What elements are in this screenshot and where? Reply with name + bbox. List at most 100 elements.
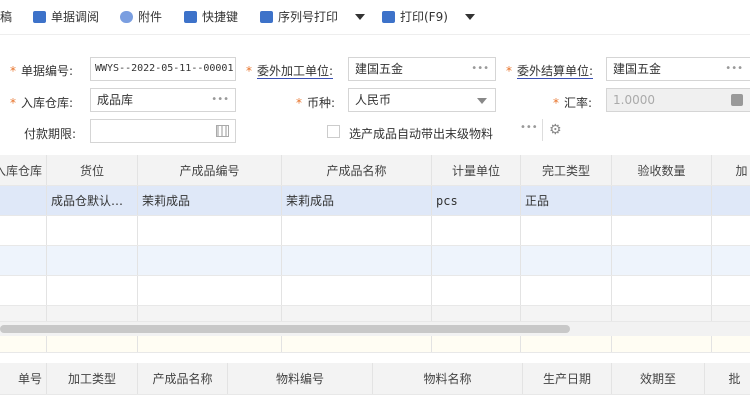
warehouse-input[interactable]: 成品库 ••• — [90, 88, 236, 112]
table-cell — [0, 186, 47, 215]
table-cell — [47, 246, 138, 275]
table-cell — [521, 276, 612, 305]
printer-icon — [382, 10, 395, 23]
table-cell — [138, 336, 282, 352]
column-header[interactable]: 产成品编号 — [138, 155, 282, 185]
table-row[interactable]: 成品仓默认… 茉莉成品 茉莉成品 pcs 正品 — [0, 186, 750, 216]
toolbar-serial-print-button[interactable]: 序列号打印 — [260, 8, 366, 25]
table-row[interactable] — [0, 246, 750, 276]
table-cell — [432, 216, 521, 245]
payment-date-input[interactable] — [90, 119, 236, 143]
chevron-down-icon[interactable] — [355, 13, 366, 20]
column-header[interactable]: 加 — [712, 155, 750, 185]
table-cell — [0, 246, 47, 275]
column-header[interactable]: 单号 — [0, 363, 47, 394]
table-cell — [612, 306, 712, 321]
table-cell: 成品仓默认… — [47, 186, 138, 215]
total-row[interactable] — [0, 336, 750, 353]
table-cell — [0, 276, 47, 305]
table-cell: 茉莉成品 — [138, 186, 282, 215]
toolbar-draft-button[interactable]: 稿 — [0, 8, 12, 25]
settlement-input[interactable]: 建国五金 ••• — [606, 57, 750, 81]
table-cell — [138, 216, 282, 245]
auto-material-label: 选产成品自动带出末级物料 — [349, 127, 494, 141]
table-cell — [521, 336, 612, 352]
divider — [0, 34, 750, 35]
column-header[interactable]: 完工类型 — [521, 155, 612, 185]
doc-no-input[interactable]: WWYS--2022-05-11--00001 — [90, 57, 236, 81]
column-header[interactable]: 产成品名称 — [138, 363, 228, 394]
table-cell — [712, 216, 750, 245]
table-cell — [712, 186, 750, 215]
column-header[interactable]: 批 — [705, 363, 750, 394]
chevron-down-icon[interactable] — [477, 98, 487, 104]
toolbar-attachment-button[interactable]: 附件 — [120, 8, 162, 25]
toolbar-document-lookup-button[interactable]: 单据调阅 — [33, 8, 99, 25]
more-icon[interactable]: ••• — [211, 89, 229, 111]
toolbar-print-button[interactable]: 打印(F9) — [382, 8, 475, 25]
table-cell: 茉莉成品 — [282, 186, 432, 215]
column-header[interactable]: 效期至 — [612, 363, 705, 394]
auto-material-checkbox[interactable] — [327, 125, 340, 138]
scrollbar-thumb[interactable] — [0, 325, 570, 333]
table-cell — [612, 336, 712, 352]
keyboard-icon — [184, 10, 197, 23]
doc-no-label: * 单据编号: — [10, 64, 74, 78]
label: 单据调阅 — [51, 10, 100, 24]
warehouse-label: * 入库仓库: — [10, 96, 74, 110]
more-icon[interactable]: ••• — [471, 58, 489, 80]
table-cell — [138, 246, 282, 275]
table-cell — [47, 336, 138, 352]
table-cell — [612, 276, 712, 305]
column-header[interactable]: 入库仓库 — [0, 155, 47, 185]
table-cell — [521, 246, 612, 275]
table-row[interactable] — [0, 276, 750, 306]
table-cell — [282, 336, 432, 352]
divider — [542, 119, 543, 141]
column-header[interactable]: 物料编号 — [228, 363, 373, 394]
column-header[interactable]: 加工类型 — [47, 363, 138, 394]
table-cell — [612, 186, 712, 215]
table-cell — [0, 336, 47, 352]
table-row[interactable] — [0, 216, 750, 246]
rate-label: * 汇率: — [553, 96, 593, 110]
more-icon[interactable]: ••• — [520, 122, 538, 133]
currency-select[interactable]: 人民币 — [348, 88, 496, 112]
calendar-icon[interactable] — [216, 125, 229, 137]
more-icon[interactable]: ••• — [725, 58, 743, 80]
table-header-row: 入库仓库货位产成品编号产成品名称计量单位完工类型验收数量加 — [0, 155, 750, 186]
table-cell — [712, 246, 750, 275]
table-cell — [0, 306, 47, 321]
column-header[interactable]: 验收数量 — [612, 155, 712, 185]
table-cell — [712, 336, 750, 352]
table-row[interactable] — [0, 306, 750, 322]
printer-icon — [260, 10, 273, 23]
table-cell — [282, 306, 432, 321]
settlement-label[interactable]: * 委外结算单位: — [506, 62, 594, 79]
table-cell — [282, 216, 432, 245]
gear-icon[interactable]: ⚙ — [549, 122, 562, 138]
document-search-icon — [33, 10, 46, 23]
column-header[interactable]: 产成品名称 — [282, 155, 432, 185]
column-header[interactable]: 货位 — [47, 155, 138, 185]
table-cell: pcs — [432, 186, 521, 215]
label: 快捷键 — [202, 10, 239, 24]
column-header[interactable]: 计量单位 — [432, 155, 521, 185]
table-cell — [0, 216, 47, 245]
calculator-icon[interactable] — [731, 94, 743, 106]
label: 打印(F9) — [400, 10, 448, 24]
processor-label[interactable]: * 委外加工单位: — [246, 62, 334, 79]
label: 序列号打印 — [278, 10, 339, 24]
scrollbar-track[interactable] — [0, 322, 750, 336]
table-cell — [138, 276, 282, 305]
table-cell: 正品 — [521, 186, 612, 215]
rate-input[interactable]: 1.0000 — [606, 88, 750, 112]
currency-label: * 币种: — [296, 96, 336, 110]
label: 稿 — [0, 10, 13, 24]
chevron-down-icon[interactable] — [464, 13, 475, 20]
column-header[interactable]: 生产日期 — [523, 363, 612, 394]
table-cell — [521, 306, 612, 321]
processor-input[interactable]: 建国五金 ••• — [348, 57, 496, 81]
toolbar-shortcut-button[interactable]: 快捷键 — [184, 8, 238, 25]
column-header[interactable]: 物料名称 — [373, 363, 523, 394]
